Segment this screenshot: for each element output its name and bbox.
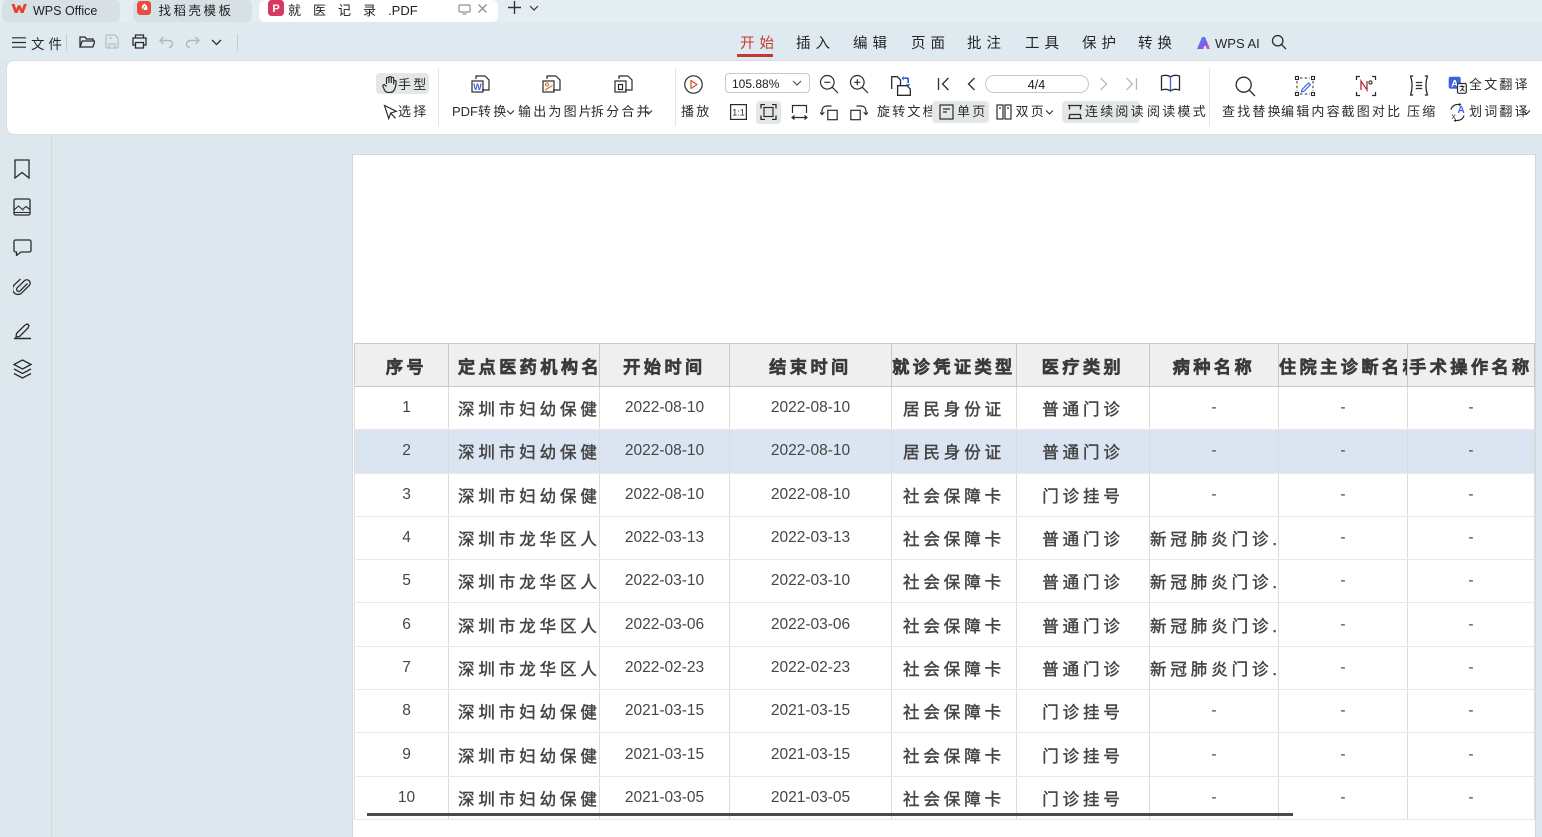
svg-text:1:1: 1:1 bbox=[732, 108, 745, 118]
svg-text:P: P bbox=[272, 3, 279, 15]
svg-text:W: W bbox=[473, 82, 482, 92]
svg-text:A: A bbox=[1458, 105, 1465, 116]
